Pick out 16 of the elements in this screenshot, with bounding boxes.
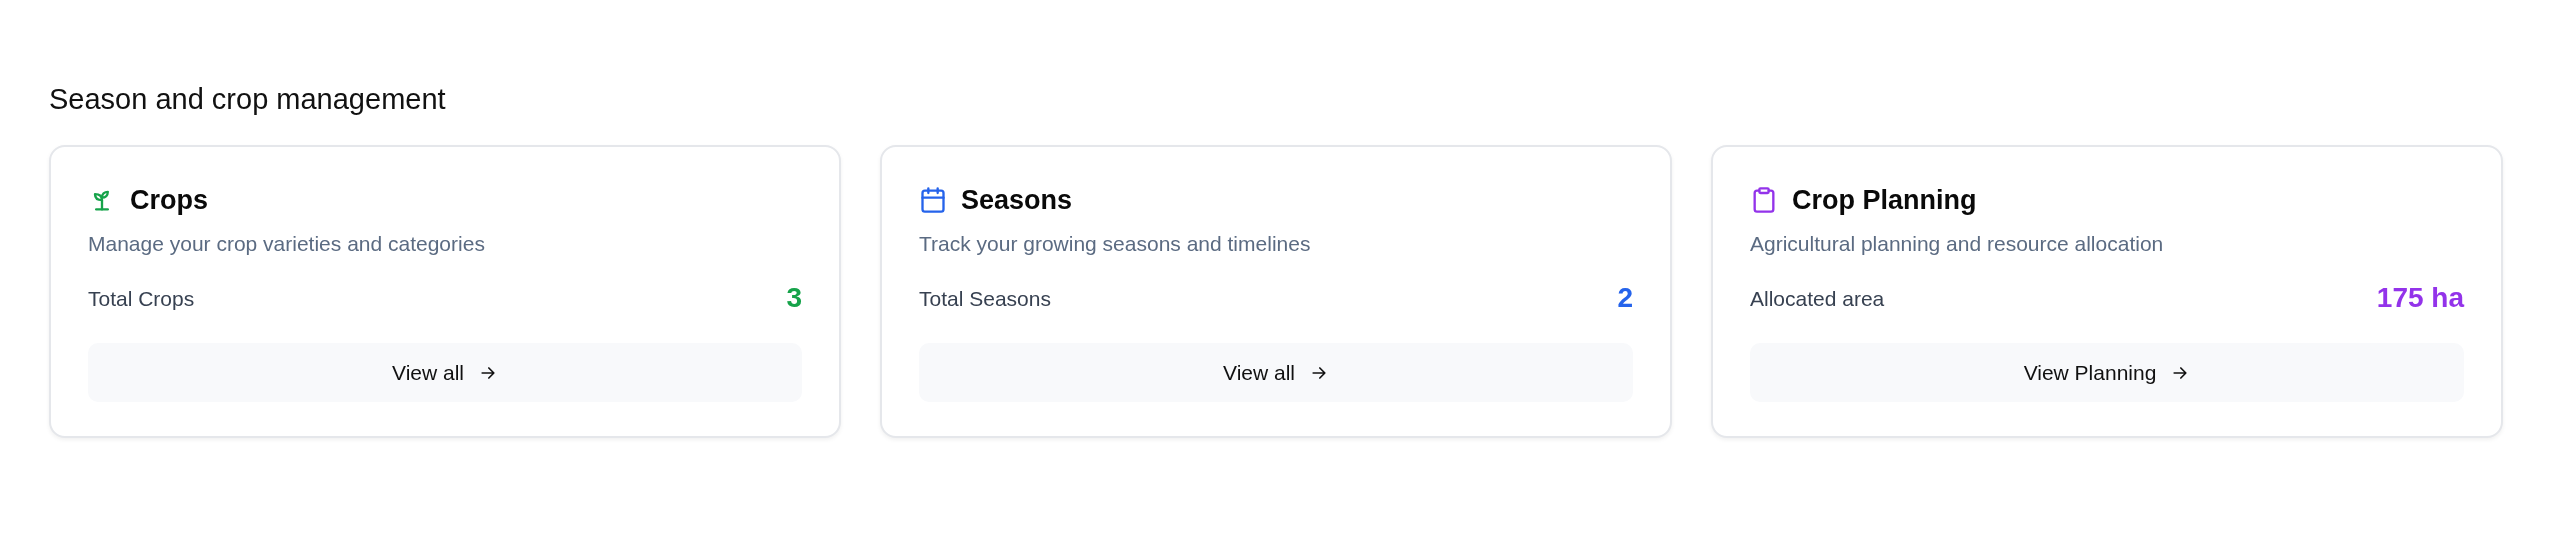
- stat-value: 3: [786, 281, 802, 316]
- stat-label: Total Seasons: [919, 285, 1051, 312]
- stat-label: Total Crops: [88, 285, 195, 312]
- card-description: Agricultural planning and resource allocation: [1750, 231, 2165, 258]
- stat-label: Allocated area: [1750, 285, 1885, 312]
- card-title: Crop Planning: [1792, 183, 1977, 217]
- card-title: Crops: [130, 183, 208, 217]
- stat-value: 2: [1617, 281, 1633, 316]
- card-title: Seasons: [961, 183, 1073, 217]
- stat-value: 175 ha: [2376, 281, 2464, 316]
- card-description: Track your growing seasons and timelines: [919, 231, 1312, 258]
- view-button[interactable]: View all: [88, 343, 802, 403]
- section-title: Season and crop management: [49, 82, 447, 117]
- view-button[interactable]: View all: [919, 343, 1633, 403]
- card-description: Manage your crop varieties and categories: [88, 231, 486, 258]
- view-button[interactable]: View Planning: [1750, 343, 2464, 403]
